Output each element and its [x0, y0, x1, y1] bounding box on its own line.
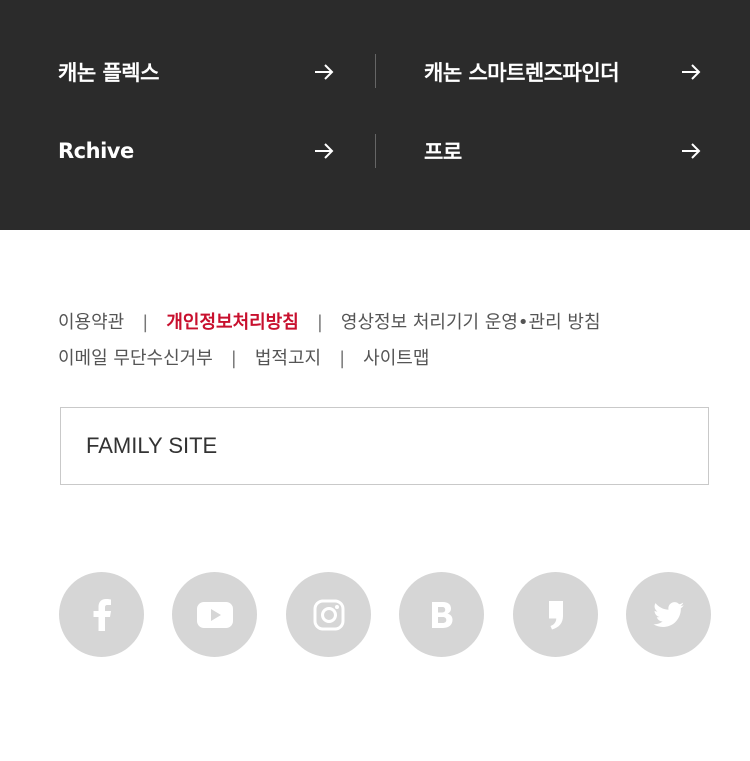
arrow-right-icon: [315, 143, 334, 159]
footer-links-row-1: 이용약관 | 개인정보처리방침 | 영상정보 처리기기 운영•관리 방침: [58, 308, 601, 334]
quick-link-rchive[interactable]: Rchive: [58, 134, 335, 168]
family-site-label: FAMILY SITE: [86, 433, 218, 458]
family-site-select[interactable]: FAMILY SITE: [60, 407, 709, 485]
arrow-right-icon: [682, 143, 701, 159]
separator: |: [230, 348, 237, 369]
quick-link-label: 프로: [424, 140, 462, 164]
post-icon: [548, 600, 563, 629]
instagram-button[interactable]: [286, 572, 371, 657]
legal-notice-link[interactable]: 법적고지: [255, 348, 321, 369]
quick-link-canon-flex[interactable]: 캐논 플렉스: [58, 55, 335, 89]
quick-link-smart-lens-finder[interactable]: 캐논 스마트렌즈파인더: [424, 55, 702, 89]
separator: |: [316, 312, 323, 333]
instagram-icon: [313, 599, 344, 630]
blog-button[interactable]: [399, 572, 484, 657]
youtube-icon: [196, 601, 233, 628]
terms-link[interactable]: 이용약관: [58, 312, 124, 333]
quick-link-label: 캐논 플렉스: [58, 61, 159, 85]
post-button[interactable]: [513, 572, 598, 657]
sitemap-link[interactable]: 사이트맵: [363, 348, 429, 369]
arrow-right-icon: [315, 64, 334, 80]
separator: |: [339, 348, 346, 369]
social-links: [59, 572, 711, 657]
quick-link-pro[interactable]: 프로: [424, 134, 702, 168]
divider: [375, 54, 376, 88]
blog-icon: [431, 601, 452, 628]
video-policy-link[interactable]: 영상정보 처리기기 운영•관리 방침: [341, 312, 601, 333]
email-reject-link[interactable]: 이메일 무단수신거부: [58, 348, 213, 369]
facebook-button[interactable]: [59, 572, 144, 657]
arrow-right-icon: [682, 64, 701, 80]
privacy-policy-link[interactable]: 개인정보처리방침: [166, 312, 298, 333]
twitter-button[interactable]: [626, 572, 711, 657]
youtube-button[interactable]: [172, 572, 257, 657]
quick-links-panel: 캐논 플렉스 캐논 스마트렌즈파인더 Rchive 프로: [0, 0, 750, 230]
separator: |: [142, 312, 149, 333]
divider: [375, 134, 376, 168]
quick-link-label: 캐논 스마트렌즈파인더: [424, 61, 620, 85]
facebook-icon: [93, 598, 111, 631]
footer-links-row-2: 이메일 무단수신거부 | 법적고지 | 사이트맵: [58, 344, 429, 370]
twitter-icon: [652, 601, 684, 627]
quick-link-label: Rchive: [58, 139, 134, 163]
